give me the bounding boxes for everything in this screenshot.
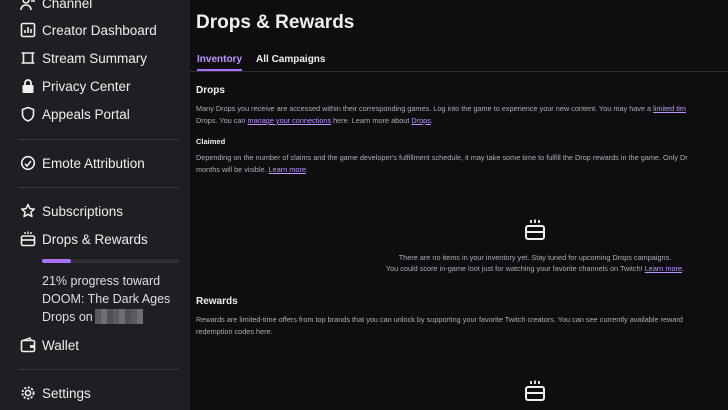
sidebar-item-label: Channel [42,0,93,11]
rewards-crate-icon [525,380,545,401]
sidebar-item-label: Settings [42,385,91,401]
sidebar-item-label: Drops & Rewards [42,231,148,247]
claimed-description-line: Depending on the number of claims and th… [196,153,688,162]
drops-progress-fill [42,259,71,263]
rewards-description: Rewards are limited-time offers from top… [196,314,728,338]
page-title: Drops & Rewards [196,12,355,33]
drops-description-line: Many Drops you receive are accessed with… [196,103,728,115]
claimed-description-line: months will be visible. Learn more. [196,164,728,176]
wallet-icon [20,337,36,353]
sidebar-divider [18,187,179,188]
empty-inventory-text: . [682,264,685,273]
shield-icon [20,106,36,122]
sidebar-item-creator-dashboard[interactable]: Creator Dashboard [20,19,157,41]
drops-description-text: here. Learn more about [331,116,412,125]
tab-bar: Inventory All Campaigns [197,54,339,71]
rewards-heading: Rewards [196,296,238,307]
drops-description-text: Drops. You can [196,116,248,125]
drops-progress-platform-label: Drops on [42,310,93,324]
tab-all-campaigns[interactable]: All Campaigns [256,54,325,71]
limited-time-link[interactable]: limited tim [653,104,686,113]
sidebar-item-channel[interactable]: Channel [20,0,92,14]
emote-icon [20,155,36,171]
tab-divider [190,71,728,72]
drops-description-line: Drops. You can manage your connections h… [196,115,728,127]
drops-heading: Drops [196,85,225,96]
sidebar-item-appeals-portal[interactable]: Appeals Portal [20,103,130,125]
sidebar: Channel Creator Dashboard Stream Summary… [0,0,190,410]
sidebar-item-label: Privacy Center [42,78,131,94]
gear-icon [20,385,36,401]
empty-inventory-message: There are no items in your inventory yet… [340,252,728,274]
tab-inventory[interactable]: Inventory [197,54,243,71]
person-icon [20,0,36,11]
claimed-description-text: . [305,165,308,174]
redacted-block [94,309,143,324]
sidebar-item-stream-summary[interactable]: Stream Summary [20,47,147,69]
sidebar-item-drops-rewards[interactable]: Drops & Rewards [20,228,148,250]
empty-learn-more-link[interactable]: Learn more [645,264,682,273]
empty-inventory-line: You could score in-game loot just for wa… [340,263,728,274]
drops-description: Many Drops you receive are accessed with… [196,103,728,127]
drops-learn-link[interactable]: Drops [411,116,430,125]
sidebar-item-label: Creator Dashboard [42,22,157,38]
sidebar-item-privacy-center[interactable]: Privacy Center [20,75,131,97]
sidebar-item-subscriptions[interactable]: Subscriptions [20,200,123,222]
sidebar-divider [18,369,179,370]
star-icon [20,203,36,219]
drops-progress-line: 21% progress toward [42,274,161,288]
sidebar-item-label: Emote Attribution [42,155,145,171]
empty-inventory-text: You could score in-game loot just for wa… [385,264,645,273]
rewards-description-line: Rewards are limited-time offers from top… [196,315,683,324]
drops-progress-bar [42,259,179,263]
sidebar-divider [18,139,179,140]
sidebar-item-label: Appeals Portal [42,106,130,122]
manage-connections-link[interactable]: manage your connections [248,116,332,125]
empty-inventory-crate-icon [525,219,545,240]
drops-progress-line: DOOM: The Dark Ages [42,292,171,306]
claimed-learn-more-link[interactable]: Learn more [269,165,306,174]
drops-description-text: Many Drops you receive are accessed with… [196,104,654,113]
main-content: Drops & Rewards Inventory All Campaigns … [190,0,728,410]
sidebar-item-label: Wallet [42,337,80,353]
drops-progress-line: Drops on [42,308,187,326]
drops-progress-text[interactable]: 21% progress toward DOOM: The Dark Ages … [42,272,187,326]
empty-inventory-line: There are no items in your inventory yet… [398,253,672,262]
sidebar-item-label: Stream Summary [42,50,148,66]
lock-icon [20,78,36,94]
sidebar-item-label: Subscriptions [42,203,124,219]
rewards-description-line: redemption codes here. [196,327,273,336]
claimed-description: Depending on the number of claims and th… [196,152,728,176]
claimed-description-text: months will be visible. [196,165,269,174]
sidebar-item-emote-attribution[interactable]: Emote Attribution [20,152,145,174]
drops-crate-icon [20,231,36,247]
sidebar-item-wallet[interactable]: Wallet [20,334,79,356]
summary-icon [20,50,36,66]
dashboard-icon [20,22,36,38]
drops-description-text: . [430,116,433,125]
sidebar-item-settings[interactable]: Settings [20,382,91,404]
claimed-heading: Claimed [196,137,226,146]
